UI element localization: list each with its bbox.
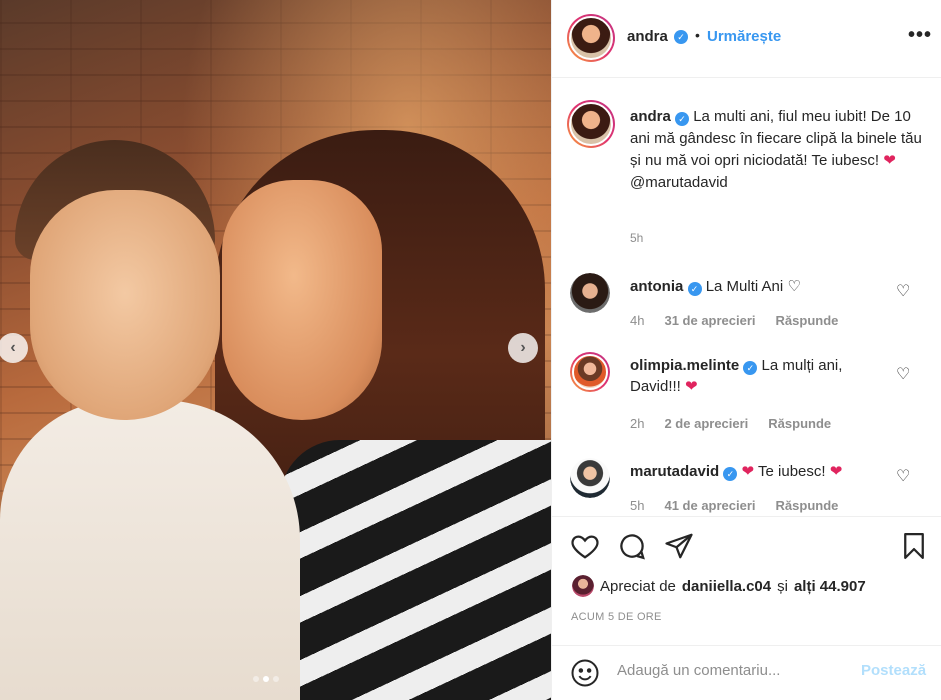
emoji-smiley-icon[interactable] xyxy=(570,658,600,688)
commenter-avatar[interactable] xyxy=(570,458,610,498)
caption-time[interactable]: 5h xyxy=(630,231,643,245)
like-comment-heart-icon[interactable]: ♡ xyxy=(896,466,910,486)
verified-badge-icon: ✓ xyxy=(675,112,690,126)
red-heart-emoji: ❤ xyxy=(829,463,843,480)
comment-bubble-icon[interactable] xyxy=(617,531,647,561)
red-heart-emoji: ❤ xyxy=(741,463,755,480)
comment-time[interactable]: 4h xyxy=(630,313,644,328)
follow-button[interactable]: Urmărește xyxy=(707,28,781,45)
comment-meta: 4h 31 de aprecieri Răspunde xyxy=(630,313,838,328)
verified-badge-icon: ✓ xyxy=(723,467,738,481)
comment-meta: 5h 41 de aprecieri Răspunde xyxy=(630,498,838,513)
white-heart-emoji: ♡ xyxy=(787,278,801,295)
like-comment-heart-icon[interactable]: ♡ xyxy=(896,281,910,301)
comment-likes[interactable]: 41 de aprecieri xyxy=(664,498,755,513)
author-avatar[interactable] xyxy=(567,14,615,62)
comment-meta: 2h 2 de aprecieri Răspunde xyxy=(630,416,831,431)
carousel-dot xyxy=(253,676,259,682)
reply-button[interactable]: Răspunde xyxy=(768,416,831,431)
carousel-dot-active xyxy=(263,676,269,682)
caption-username[interactable]: andra xyxy=(630,108,671,125)
add-comment-row: Postează xyxy=(552,645,941,700)
post-photo[interactable]: ‹ › xyxy=(0,0,551,700)
author-username[interactable]: andra xyxy=(627,28,668,45)
carousel-dots xyxy=(253,676,279,682)
post-timestamp[interactable]: ACUM 5 DE ORE xyxy=(571,611,662,623)
liked-by-user[interactable]: daniiella.c04 xyxy=(682,578,771,595)
carousel-dot xyxy=(273,676,279,682)
liked-by-and: și xyxy=(777,577,788,595)
comment-body: olimpia.melinte ✓ La mulți ani, David!!!… xyxy=(630,355,895,397)
like-heart-icon[interactable] xyxy=(570,531,600,561)
caption-mention[interactable]: @marutadavid xyxy=(630,174,728,191)
red-heart-emoji: ❤ xyxy=(883,152,896,169)
commenter-avatar[interactable] xyxy=(570,352,610,392)
post-comment-button[interactable]: Postează xyxy=(861,662,926,679)
comment-username[interactable]: olimpia.melinte xyxy=(630,357,739,374)
comment-username[interactable]: marutadavid xyxy=(630,463,719,480)
liked-by-others[interactable]: alți 44.907 xyxy=(794,578,866,595)
comment-body: antonia ✓ La Multi Ani ♡ xyxy=(630,276,895,297)
liker-avatar[interactable] xyxy=(572,575,594,597)
chevron-left-icon: ‹ xyxy=(10,339,16,356)
comment-input[interactable] xyxy=(617,662,847,679)
comment-username[interactable]: antonia xyxy=(630,278,683,295)
verified-badge-icon: ✓ xyxy=(687,282,702,296)
boy-shirt xyxy=(0,400,300,700)
like-comment-heart-icon[interactable]: ♡ xyxy=(896,364,910,384)
post-actions: Apreciat de daniiella.c04 și alți 44.907… xyxy=(552,516,941,700)
separator-dot: • xyxy=(695,27,700,43)
red-heart-emoji: ❤ xyxy=(685,378,698,395)
save-bookmark-icon[interactable] xyxy=(899,531,929,561)
verified-badge-icon: ✓ xyxy=(743,361,758,375)
verified-badge-icon: ✓ xyxy=(674,30,688,44)
post-header: andra ✓ • Urmărește ••• xyxy=(552,0,941,78)
comment-body: marutadavid ✓ ❤ Te iubesc! ❤ xyxy=(630,461,895,482)
comment-time[interactable]: 2h xyxy=(630,416,644,431)
striped-sweater xyxy=(280,440,551,700)
comment-text: La Multi Ani xyxy=(705,278,784,295)
reply-button[interactable]: Răspunde xyxy=(776,313,839,328)
caption-text-block: andra ✓ La multi ani, fiul meu iubit! De… xyxy=(630,106,925,194)
more-options-icon[interactable]: ••• xyxy=(908,24,932,47)
comment-text: Te iubesc! xyxy=(758,463,826,480)
share-paper-plane-icon[interactable] xyxy=(664,531,694,561)
liked-by-line: Apreciat de daniiella.c04 și alți 44.907 xyxy=(572,575,866,597)
comment-likes[interactable]: 2 de aprecieri xyxy=(664,416,748,431)
post-details-panel: andra ✓ • Urmărește ••• andra ✓ La multi… xyxy=(551,0,941,700)
reply-button[interactable]: Răspunde xyxy=(776,498,839,513)
caption-avatar[interactable] xyxy=(567,100,615,148)
carousel-next-button[interactable]: › xyxy=(508,333,538,363)
boy-face xyxy=(30,190,220,420)
chevron-right-icon: › xyxy=(520,339,526,356)
liked-by-prefix: Apreciat de xyxy=(600,577,676,595)
commenter-avatar[interactable] xyxy=(570,273,610,313)
woman-face xyxy=(222,180,382,420)
comment-likes[interactable]: 31 de aprecieri xyxy=(664,313,755,328)
caption-text: La multi ani, fiul meu iubit! De 10 ani … xyxy=(630,108,922,169)
comment-time[interactable]: 5h xyxy=(630,498,644,513)
